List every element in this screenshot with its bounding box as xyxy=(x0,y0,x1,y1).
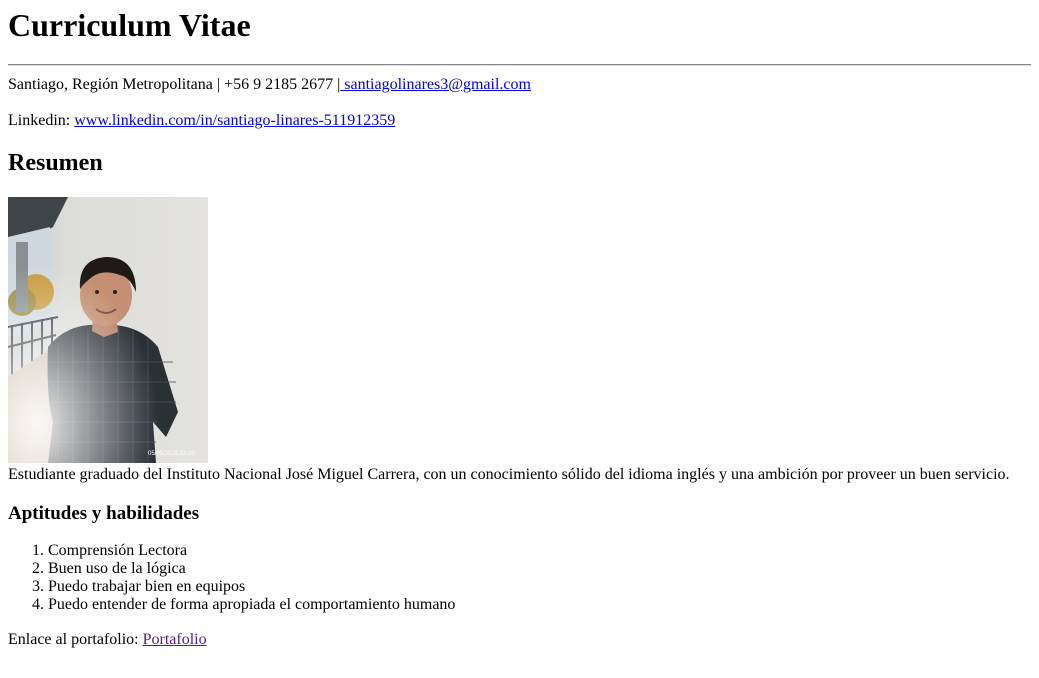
skills-list: Comprensión Lectora Buen uso de la lógic… xyxy=(8,542,1031,614)
portfolio-link[interactable]: Portafolio xyxy=(143,631,207,648)
skills-list-item: Puedo trabajar bien en equipos xyxy=(48,578,1031,596)
skills-list-item: Comprensión Lectora xyxy=(48,542,1031,560)
portfolio-line: Enlace al portafolio: Portafolio xyxy=(8,630,1031,649)
skills-list-item: Puedo entender de forma apropiada el com… xyxy=(48,596,1031,614)
email-link[interactable]: santiagolinares3@gmail.com xyxy=(340,76,531,93)
summary-heading: Resumen xyxy=(8,150,103,176)
skills-list-item: Buen uso de la lógica xyxy=(48,560,1031,578)
profile-photo: 05/05/2025 13:00 xyxy=(8,197,208,463)
summary-text: Estudiante graduado del Instituto Nacion… xyxy=(8,466,1010,483)
contact-line: Santiago, Región Metropolitana | +56 9 2… xyxy=(8,75,1031,94)
skills-heading: Aptitudes y habilidades xyxy=(8,503,200,524)
linkedin-label: Linkedin: xyxy=(8,112,75,129)
linkedin-link[interactable]: www.linkedin.com/in/santiago-linares-511… xyxy=(74,112,395,129)
portfolio-label: Enlace al portafolio: xyxy=(8,631,143,648)
linkedin-line: Linkedin: www.linkedin.com/in/santiago-l… xyxy=(8,111,1031,130)
photo-timestamp: 05/05/2025 13:00 xyxy=(148,451,195,457)
title-divider xyxy=(8,64,1031,66)
contact-location-phone: Santiago, Región Metropolitana | +56 9 2… xyxy=(8,76,341,93)
page-title: Curriculum Vitae xyxy=(8,7,251,43)
